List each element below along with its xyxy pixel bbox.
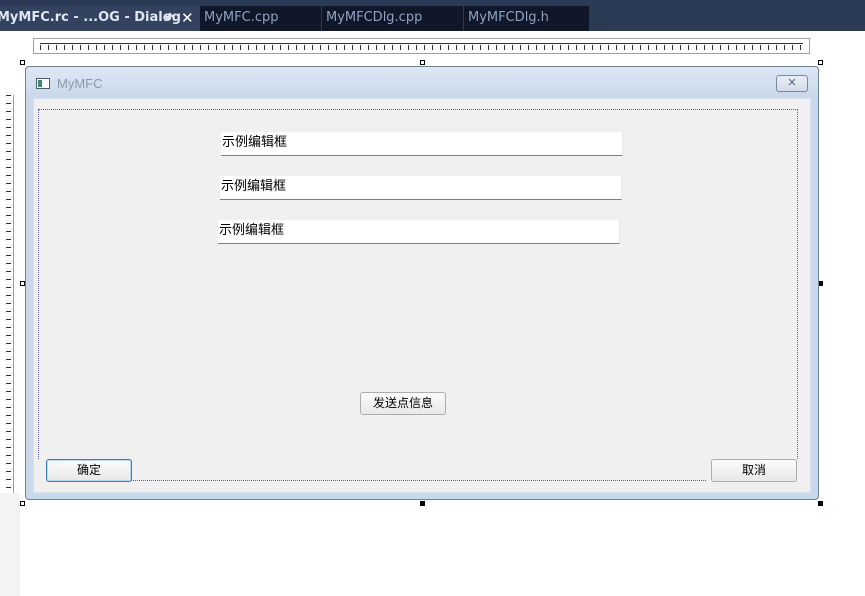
- dialog-titlebar[interactable]: MyMFC ✕: [26, 67, 818, 97]
- resize-handle-top[interactable]: [420, 60, 425, 65]
- tab-label: MyMFC.cpp: [204, 10, 279, 25]
- tab-label: MyMFCDlg.cpp: [326, 10, 423, 25]
- horizontal-ruler[interactable]: [33, 38, 810, 54]
- tab-mymfcdlg-h[interactable]: MyMFCDlg.h: [464, 6, 590, 31]
- tab-mymfcdlg-cpp[interactable]: MyMFCDlg.cpp: [322, 6, 464, 31]
- app-icon: [36, 78, 50, 89]
- sample-edit-box-1[interactable]: 示例编辑框: [221, 132, 623, 156]
- pin-icon[interactable]: 🖈: [164, 6, 173, 30]
- ruler-ticks: [40, 39, 803, 53]
- close-button[interactable]: ✕: [776, 75, 808, 92]
- resize-handle-bottom-right[interactable]: [818, 501, 823, 506]
- ruler-ticks: [6, 95, 11, 493]
- document-tab-bar: MyMFC.rc - ...OG - Dialog 🖈 ✕ MyMFC.cpp …: [0, 0, 865, 31]
- sample-edit-box-3[interactable]: 示例编辑框: [218, 220, 620, 244]
- send-point-info-button[interactable]: 发送点信息: [360, 392, 446, 415]
- cancel-button[interactable]: 取消: [711, 459, 797, 482]
- resize-handle-top-left[interactable]: [20, 60, 25, 65]
- resize-handle-bottom-left[interactable]: [20, 501, 25, 506]
- resize-handle-bottom[interactable]: [420, 501, 425, 506]
- close-icon[interactable]: ✕: [181, 6, 194, 30]
- tab-bar-empty-area: [590, 6, 865, 31]
- ok-button[interactable]: 确定: [46, 459, 132, 482]
- left-gutter: [0, 493, 20, 596]
- tab-label: MyMFCDlg.h: [468, 10, 549, 25]
- dialog-window[interactable]: MyMFC ✕ 示例编辑框 示例编辑框 示例编辑框 发送点信息 确定 取消: [25, 66, 819, 500]
- margin-guide-bottom: [127, 480, 706, 481]
- dialog-title: MyMFC: [57, 76, 103, 91]
- tab-mymfc-cpp[interactable]: MyMFC.cpp: [200, 6, 322, 31]
- tab-mymfc-rc-dialog[interactable]: MyMFC.rc - ...OG - Dialog 🖈 ✕: [0, 6, 200, 31]
- sample-edit-box-2[interactable]: 示例编辑框: [220, 176, 622, 200]
- close-icon: ✕: [787, 76, 797, 89]
- vertical-ruler[interactable]: [0, 95, 14, 493]
- tab-label: MyMFC.rc - ...OG - Dialog: [0, 10, 181, 25]
- resize-handle-top-right[interactable]: [818, 60, 823, 65]
